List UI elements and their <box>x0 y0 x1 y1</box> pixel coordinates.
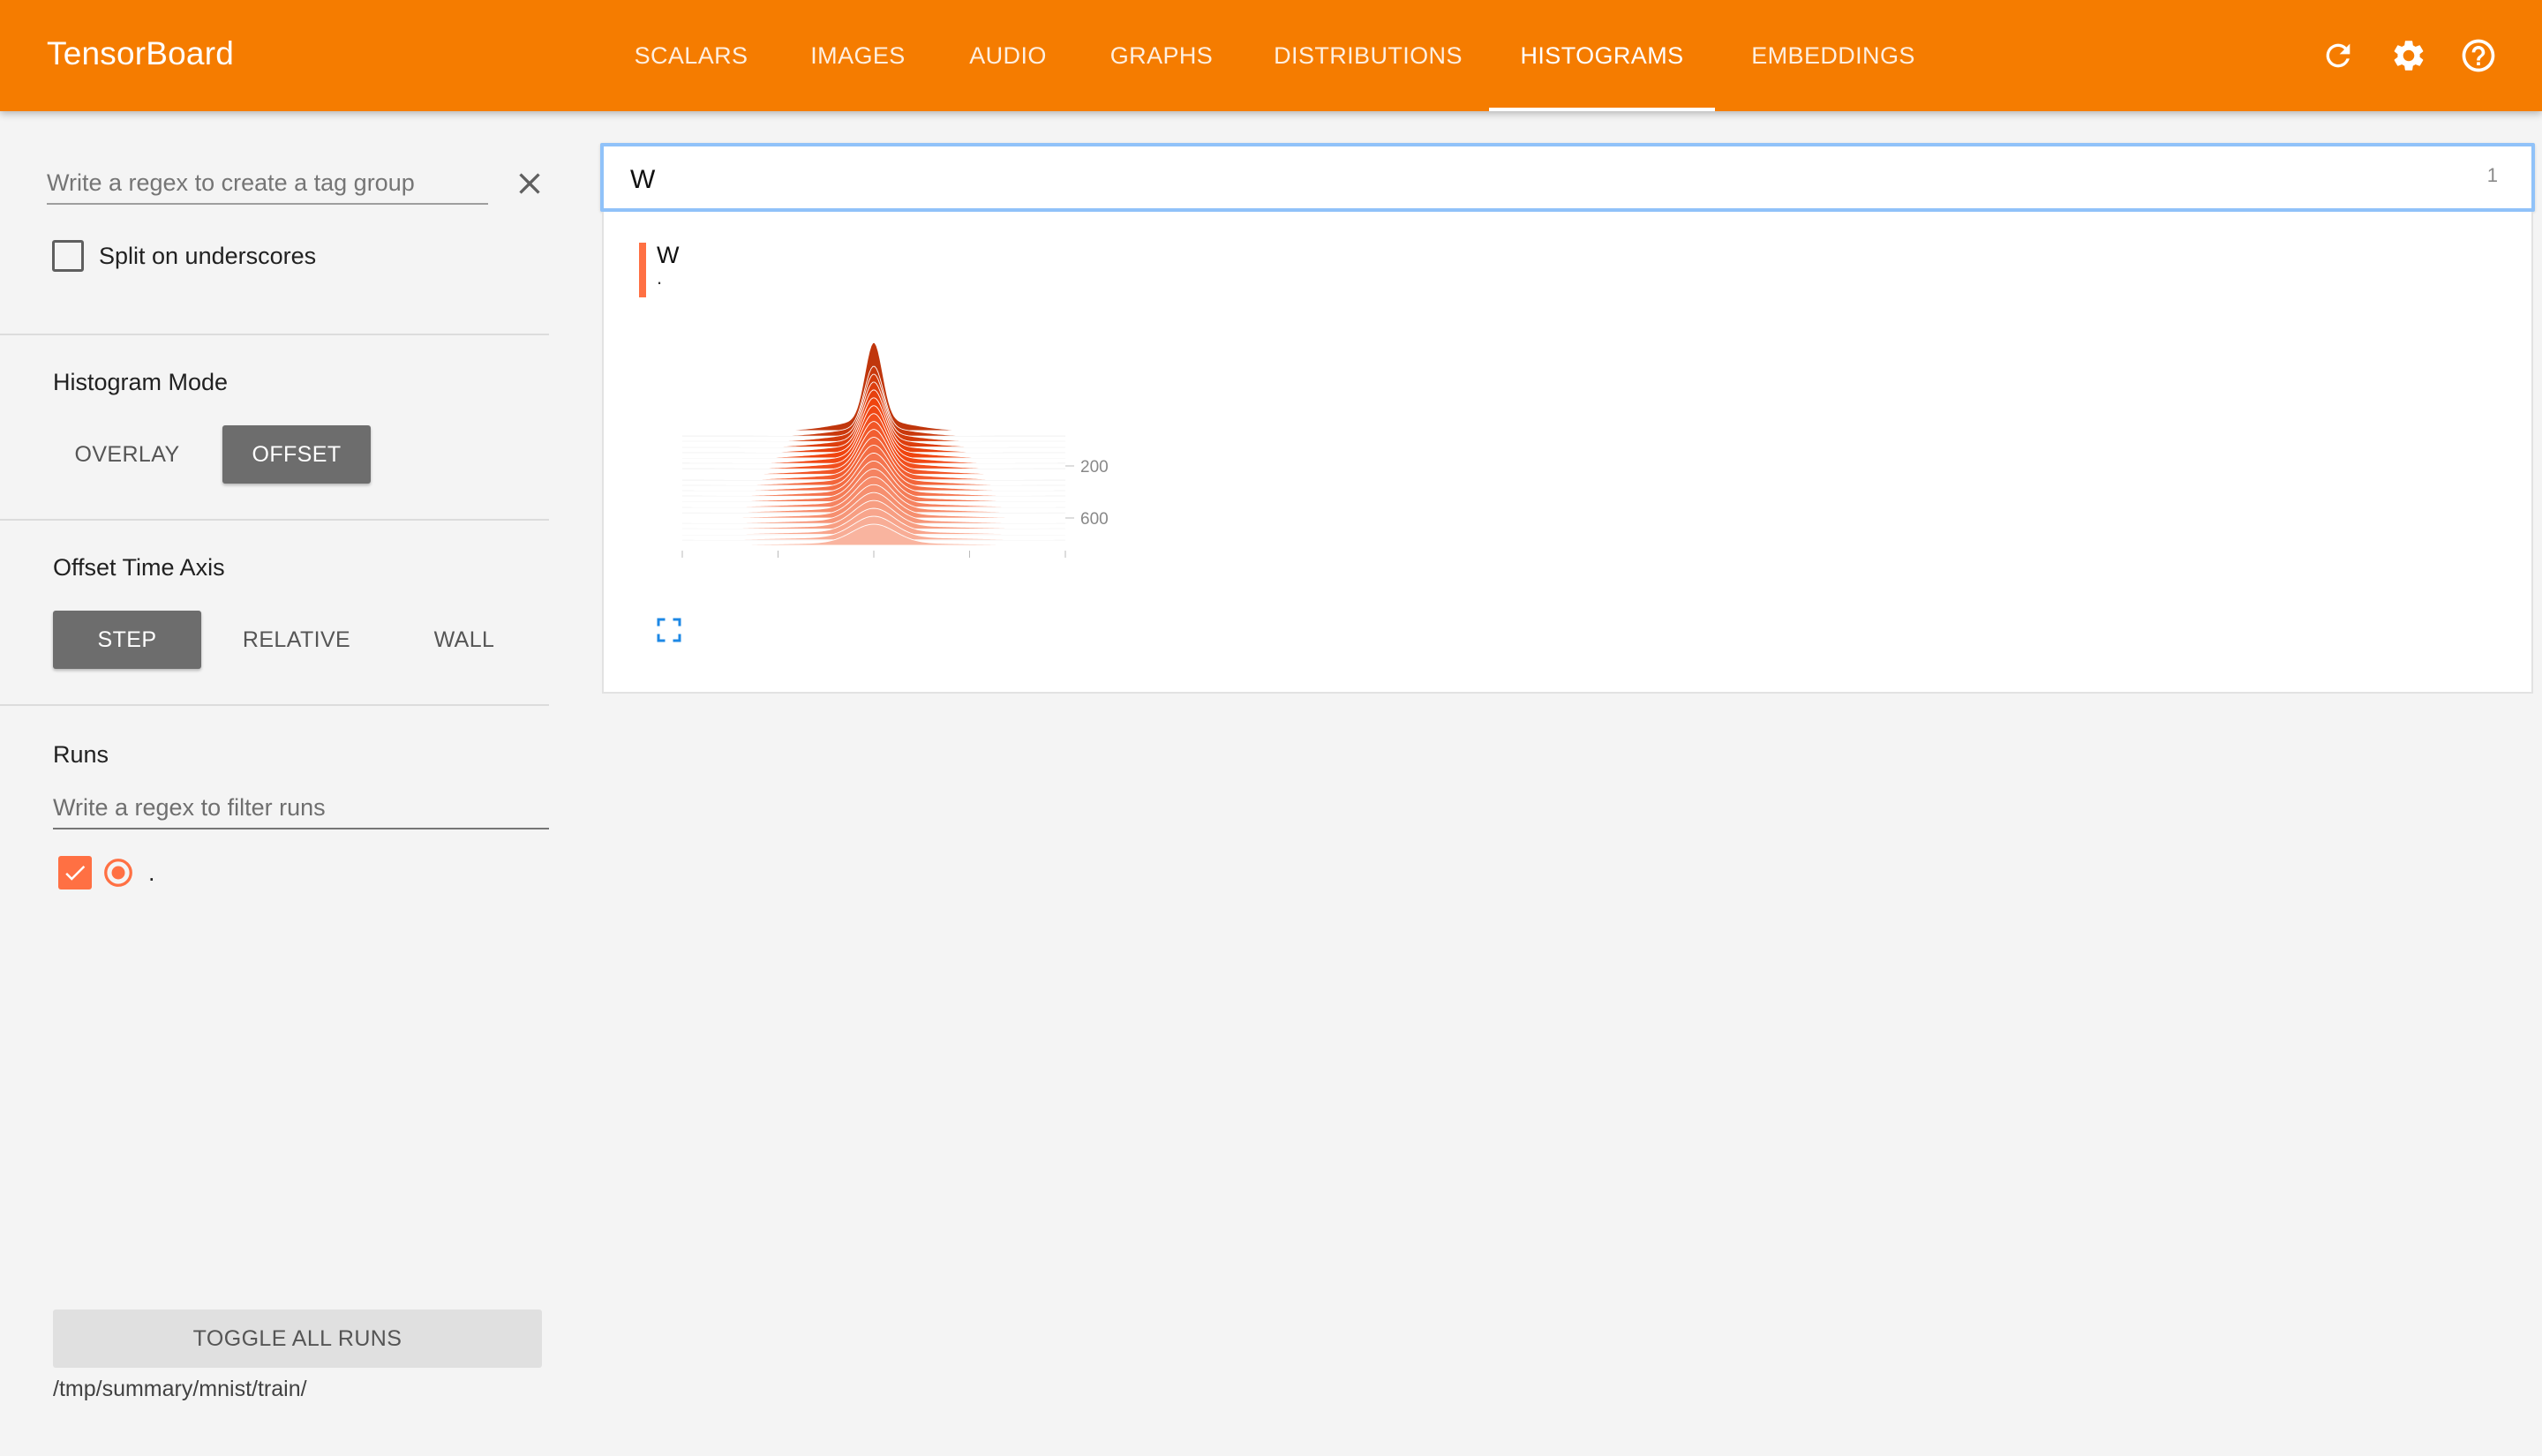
tensorboard-app: TensorBoard SCALARS IMAGES AUDIO GRAPHS … <box>0 0 2542 1456</box>
run-radio-button[interactable] <box>102 857 134 889</box>
offset-time-axis-title: Offset Time Axis <box>53 554 225 581</box>
tab-embeddings[interactable]: EMBEDDINGS <box>1735 0 1931 111</box>
divider <box>0 519 549 521</box>
settings-gear-icon[interactable] <box>2388 35 2429 76</box>
tag-match-count: 1 <box>2486 164 2498 186</box>
wall-button[interactable]: WALL <box>390 611 538 669</box>
app-brand: TensorBoard <box>47 35 234 71</box>
check-icon <box>65 865 86 881</box>
x-tick-label: 0.0 <box>862 563 885 565</box>
tab-histograms[interactable]: HISTOGRAMS <box>1489 0 1715 111</box>
divider <box>0 334 549 335</box>
tab-audio[interactable]: AUDIO <box>946 0 1070 111</box>
tab-distributions[interactable]: DISTRIBUTIONS <box>1257 0 1479 111</box>
split-on-underscores-checkbox[interactable] <box>52 240 84 272</box>
overlay-button[interactable]: OVERLAY <box>53 425 201 484</box>
histogram-chart: -0.8 -0.4 0.0 0.4 0.8 200 600 <box>668 341 1109 565</box>
runs-title: Runs <box>53 741 109 768</box>
relative-button[interactable]: RELATIVE <box>222 611 371 669</box>
run-filter-field <box>53 789 549 829</box>
tag-filter-input[interactable] <box>630 162 2307 198</box>
run-checkbox[interactable] <box>58 856 92 889</box>
clear-icon[interactable] <box>512 166 547 201</box>
split-on-underscores-row[interactable]: Split on underscores <box>52 240 316 272</box>
tag-group-input[interactable] <box>47 164 488 201</box>
tag-group-field <box>47 164 488 205</box>
offset-button[interactable]: OFFSET <box>222 425 371 484</box>
help-circle-icon[interactable] <box>2458 35 2499 76</box>
x-tick-label: -0.8 <box>668 563 697 565</box>
toggle-all-runs-button[interactable]: TOGGLE ALL RUNS <box>53 1310 542 1368</box>
x-tick-label: -0.4 <box>763 563 793 565</box>
card-title: W <box>657 242 680 268</box>
tag-filter-bar: 1 <box>600 143 2535 212</box>
tab-graphs[interactable]: GRAPHS <box>1091 0 1232 111</box>
histogram-card: W . -0.8 -0.4 0.0 0.4 0.8 200 600 <box>602 212 2533 694</box>
run-item: . <box>58 856 155 889</box>
run-name: . <box>148 859 155 886</box>
data-location: /tmp/summary/mnist/train/ <box>53 1377 307 1401</box>
sidebar: Split on underscores Histogram Mode OVER… <box>0 111 549 1456</box>
y-tick-label: 200 <box>1080 458 1109 477</box>
tab-scalars[interactable]: SCALARS <box>616 0 766 111</box>
top-app-bar: TensorBoard SCALARS IMAGES AUDIO GRAPHS … <box>0 0 2542 111</box>
tab-images[interactable]: IMAGES <box>787 0 929 111</box>
step-button[interactable]: STEP <box>53 611 201 669</box>
x-tick-label: 0.8 <box>1054 563 1077 565</box>
run-filter-input[interactable] <box>53 789 549 826</box>
card-run-label: . <box>657 266 663 289</box>
divider <box>0 704 549 706</box>
refresh-icon[interactable] <box>2318 35 2358 76</box>
fullscreen-icon[interactable] <box>653 614 685 646</box>
histogram-mode-title: Histogram Mode <box>53 369 229 395</box>
y-tick-label: 600 <box>1080 510 1109 529</box>
run-color-stripe <box>639 243 646 297</box>
x-tick-label: 0.4 <box>958 563 981 565</box>
split-on-underscores-label: Split on underscores <box>99 242 317 269</box>
